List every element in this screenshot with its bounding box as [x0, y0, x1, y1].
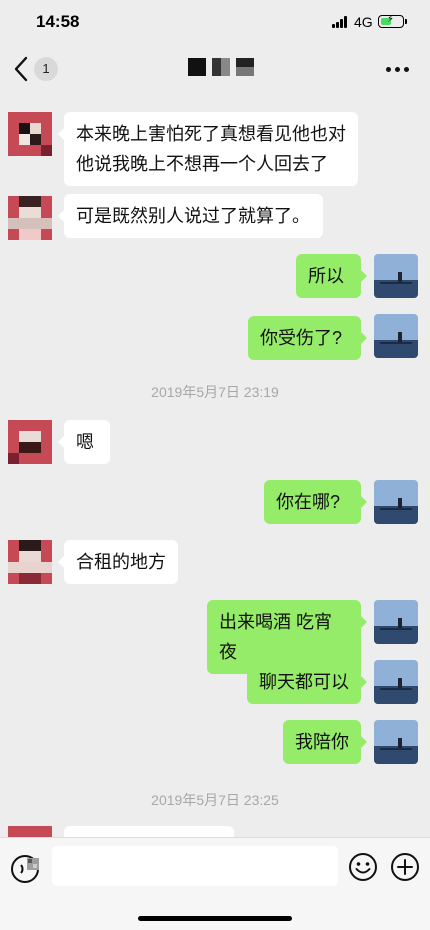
message-text: 所以	[308, 266, 344, 286]
plus-icon[interactable]	[390, 852, 420, 882]
message-bubble-received[interactable]: 合租的地方	[58, 540, 178, 584]
avatar-contact[interactable]	[8, 420, 52, 464]
unread-badge[interactable]: 1	[34, 57, 58, 81]
message-text: 出来喝酒 吃宵夜	[219, 612, 333, 662]
avatar-self[interactable]	[374, 314, 418, 358]
timestamp: 2019年5月7日 23:19	[151, 384, 279, 400]
avatar-self[interactable]	[374, 720, 418, 764]
avatar-contact[interactable]	[8, 196, 52, 240]
contact-name-redacted	[188, 58, 254, 76]
home-indicator[interactable]	[138, 916, 292, 921]
message-bubble-sent[interactable]: 聊天都可以	[247, 660, 367, 704]
message-text: 你受伤了?	[260, 328, 343, 348]
message-bubble-sent[interactable]: 所以	[296, 254, 367, 298]
avatar-contact[interactable]	[8, 540, 52, 584]
message-text: 可是既然别人说过了就算了。	[76, 206, 310, 226]
battery-icon: ⚡	[378, 14, 407, 28]
message-text: 你在哪?	[276, 492, 341, 512]
voice-icon[interactable]	[8, 852, 42, 886]
chat-message-list[interactable]: 本来晚上害怕死了真想看见他也对 他说我晚上不想再一个人回去了 可是既然别人说过了…	[0, 94, 430, 837]
timestamp: 2019年5月7日 23:25	[151, 792, 279, 808]
chat-input-bar	[0, 837, 430, 930]
avatar-contact[interactable]	[8, 826, 52, 837]
more-dots-icon[interactable]	[386, 62, 414, 76]
message-bubble-sent[interactable]: 你受伤了?	[248, 316, 367, 360]
message-text: 他说我晚上不想再一个人回去了	[76, 154, 328, 174]
avatar-contact[interactable]	[8, 112, 52, 156]
message-text: 聊天都可以	[259, 672, 349, 692]
message-text: 本来晚上害怕死了真想看见他也对	[76, 124, 346, 144]
message-bubble-sent[interactable]: 我陪你	[283, 720, 367, 764]
message-input[interactable]	[52, 846, 338, 886]
message-bubble-received[interactable]: 可是既然别人说过了就算了。	[58, 194, 323, 238]
message-text: 我陪你	[295, 732, 349, 752]
network-type: 4G	[354, 14, 373, 30]
avatar-self[interactable]	[374, 660, 418, 704]
message-text: 嗯	[76, 432, 94, 452]
avatar-self[interactable]	[374, 254, 418, 298]
message-text: 合租的地方	[76, 552, 166, 572]
chevron-left-icon[interactable]	[14, 56, 28, 82]
emoji-icon[interactable]	[348, 852, 378, 882]
message-bubble-received[interactable]: 嗯	[58, 420, 110, 464]
avatar-self[interactable]	[374, 480, 418, 524]
nav-bar: 1	[0, 44, 430, 94]
signal-icon	[332, 16, 350, 28]
status-bar: 14:58 4G ⚡	[0, 0, 430, 44]
avatar-self[interactable]	[374, 600, 418, 644]
message-bubble-received[interactable]	[64, 826, 234, 837]
status-time: 14:58	[36, 12, 80, 31]
message-bubble-sent[interactable]: 你在哪?	[264, 480, 367, 524]
message-bubble-received[interactable]: 本来晚上害怕死了真想看见他也对 他说我晚上不想再一个人回去了	[58, 112, 358, 186]
